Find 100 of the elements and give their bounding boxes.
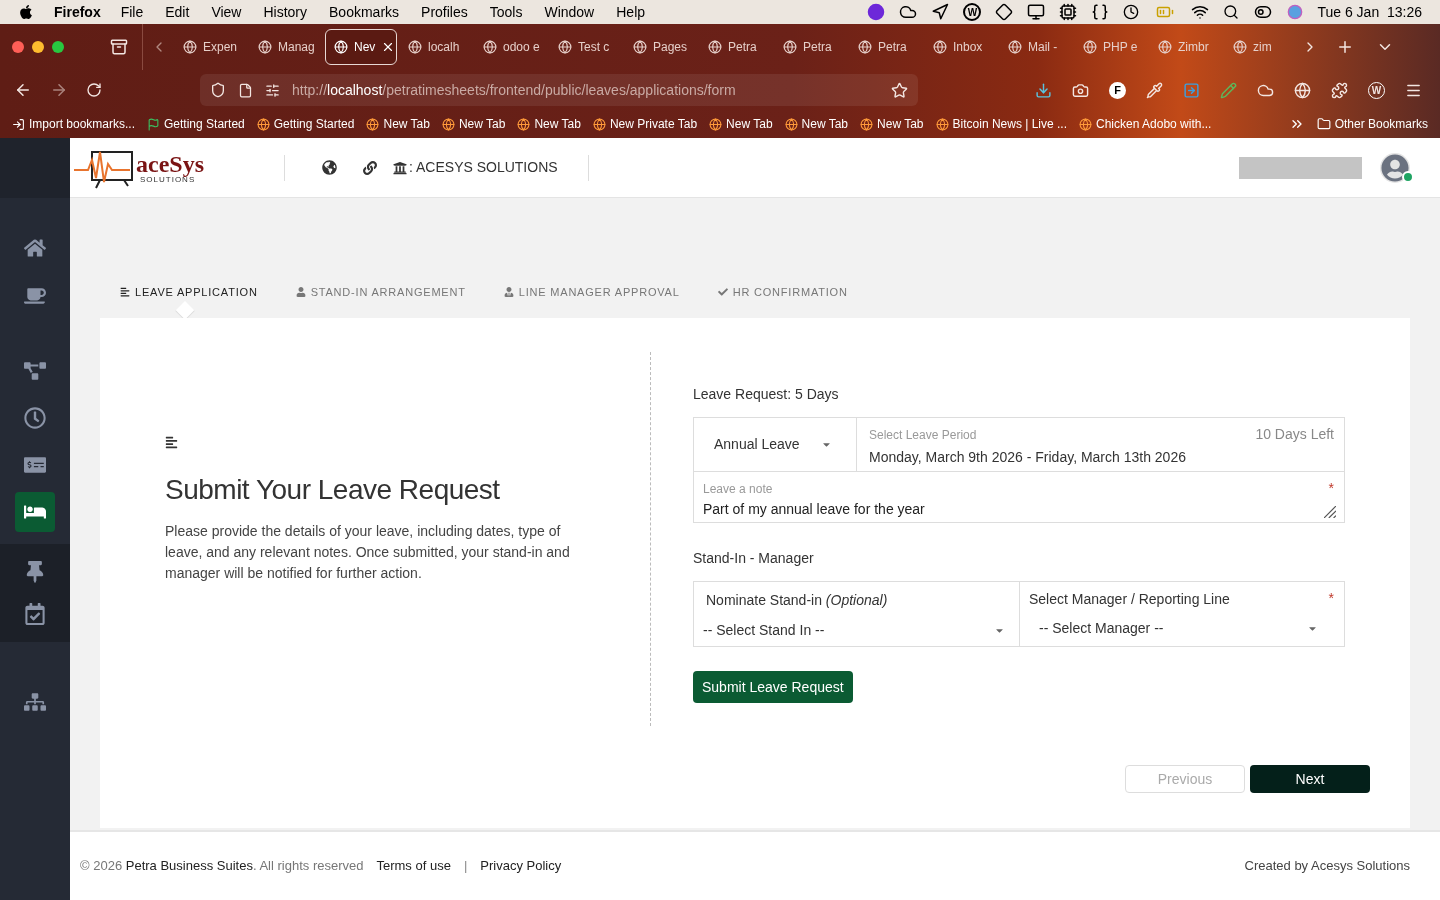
menu-item[interactable]: Help	[616, 1, 646, 23]
globe-icon[interactable]	[1294, 81, 1311, 99]
other-bookmarks[interactable]: Other Bookmarks	[1316, 115, 1428, 133]
tab-title: Petra	[803, 39, 832, 56]
browser-tab[interactable]: Expen	[175, 29, 247, 65]
terms-link[interactable]: Terms of use	[376, 856, 451, 876]
bank-icon	[393, 160, 407, 175]
control-center-icon[interactable]	[1253, 3, 1274, 21]
assistant-icon[interactable]	[1287, 4, 1304, 20]
navigation-icon[interactable]	[931, 3, 950, 21]
maximize-window-button[interactable]	[52, 41, 64, 53]
tab-title: Pages	[653, 39, 688, 56]
menu-item[interactable]: History	[263, 1, 308, 23]
browser-tab[interactable]: Test c	[550, 29, 622, 65]
bookmark-label: New Tab	[534, 116, 581, 133]
close-window-button[interactable]	[12, 41, 24, 53]
menu-item[interactable]: File	[120, 1, 144, 23]
reload-icon[interactable]	[86, 82, 102, 98]
browser-tab[interactable]: Petra	[775, 29, 847, 65]
cloud-icon[interactable]	[899, 3, 918, 21]
browser-tab[interactable]: Pages	[625, 29, 697, 65]
browser-tab[interactable]: PHP e	[1075, 29, 1147, 65]
next-button[interactable]: Next	[1250, 765, 1370, 793]
apple-icon[interactable]	[18, 4, 34, 20]
browser-tab[interactable]: localh	[400, 29, 472, 65]
pipette-icon[interactable]	[1146, 81, 1163, 99]
step-tab[interactable]: HR CONFIRMATION	[717, 284, 848, 301]
leave-type-dropdown[interactable]: Annual Leave	[694, 418, 857, 471]
app-menu[interactable]: Firefox	[54, 1, 101, 23]
bookmark-label: Bitcoin News | Live ...	[952, 116, 1068, 133]
bookmark-item[interactable]: New Tab	[784, 115, 849, 133]
diamond-icon[interactable]	[995, 3, 1014, 21]
menu-item[interactable]: Bookmarks	[329, 1, 400, 23]
wifi-icon[interactable]	[1191, 3, 1210, 21]
extension-badge[interactable]: F	[1109, 81, 1126, 99]
folder-icon	[1316, 117, 1331, 131]
privacy-link[interactable]: Privacy Policy	[480, 856, 562, 876]
globe-icon[interactable]	[322, 160, 337, 175]
browser-tab[interactable]: Petra	[700, 29, 772, 65]
tab-list-icon[interactable]	[110, 38, 128, 56]
browser-tab[interactable]: zim	[1225, 29, 1297, 65]
address-bar[interactable]: http://localhost/petratimesheets/frontend/public/leaves/applications/form	[200, 74, 918, 106]
bookmark-item[interactable]: Bitcoin News | Live ...	[935, 115, 1068, 133]
browser-tab[interactable]: Manag	[250, 29, 322, 65]
bookmark-item[interactable]: New Tab	[860, 115, 924, 133]
menu-item[interactable]: Profiles	[421, 1, 468, 23]
submit-button[interactable]: Submit Leave Request	[693, 671, 853, 703]
bookmark-item[interactable]: Chicken Adobo with...	[1079, 115, 1212, 133]
menu-item[interactable]: View	[211, 1, 242, 23]
bookmark-label: Getting Started	[164, 116, 245, 133]
bookmark-item[interactable]: Import bookmarks...	[12, 115, 136, 133]
note-field[interactable]: Part of my annual leave for the year	[703, 499, 1303, 521]
sidebar-item[interactable]	[15, 492, 55, 532]
intro-paragraph: Please provide the details of your leave, including dates, type of leave, and any relevant notes. Once submitted, your stand-in and manager will be notified for further action.	[165, 522, 571, 583]
circle-status-icon[interactable]	[867, 3, 886, 21]
clock-icon[interactable]	[1123, 4, 1140, 20]
bookmark-item[interactable]: New Tab	[517, 115, 581, 133]
back-icon[interactable]	[14, 81, 32, 99]
browser-tab[interactable]: odoo e	[475, 29, 547, 65]
minimize-window-button[interactable]	[32, 41, 44, 53]
menu-item[interactable]: Tools	[489, 1, 523, 23]
monitor-icon[interactable]	[1027, 3, 1046, 21]
browser-tab[interactable]: Nev	[325, 29, 397, 65]
camera-icon[interactable]	[1072, 81, 1089, 99]
bookmark-item[interactable]: New Tab	[441, 115, 506, 133]
text-align-icon	[165, 436, 178, 449]
globe-icon	[783, 40, 797, 54]
manager-dropdown[interactable]: Select Manager / Reporting Line * -- Select Manager --	[1020, 582, 1344, 646]
stand-in-dropdown[interactable]: Nominate Stand-in (Optional) -- Select Stand In --	[694, 582, 1020, 646]
user-silhouette-icon	[1381, 153, 1409, 182]
bookmark-item[interactable]: New Tab	[366, 115, 430, 133]
globe-icon	[708, 40, 722, 54]
menu-item[interactable]: Edit	[165, 1, 190, 23]
globe-icon	[858, 40, 872, 54]
extensions-icon[interactable]	[1331, 81, 1348, 99]
bookmark-item[interactable]: New Tab	[709, 115, 773, 133]
link-icon[interactable]	[363, 160, 377, 175]
braces-icon[interactable]	[1091, 3, 1110, 21]
section-heading: Stand-In - Manager	[693, 549, 815, 568]
letter-badge[interactable]: W	[963, 3, 982, 21]
user-avatar[interactable]	[1380, 152, 1410, 183]
search-icon[interactable]	[1223, 4, 1240, 20]
step-tab[interactable]: LINE MANAGER APPROVAL	[503, 284, 680, 301]
leave-period-field[interactable]: Select Leave Period Monday, March 9th 2026 - Friday, March 13th 2026 10 Days Left	[857, 418, 1344, 471]
bookmark-star-icon[interactable]	[891, 81, 908, 99]
new-tab-icon[interactable]	[1336, 38, 1354, 56]
flag-icon	[147, 117, 161, 131]
bookmark-item[interactable]: Getting Started	[147, 115, 245, 133]
bookmark-item[interactable]: New Private Tab	[592, 115, 698, 133]
tab-title: Nev	[354, 39, 376, 56]
browser-tab[interactable]: Mail -	[1000, 29, 1072, 65]
browser-tab[interactable]: Petra	[850, 29, 922, 65]
company-logo[interactable]: aceSys SOLUTIONS	[74, 142, 216, 193]
chip-icon[interactable]	[1059, 3, 1078, 21]
bookmark-item[interactable]: Getting Started	[256, 115, 355, 133]
bookmark-label: New Tab	[801, 116, 849, 133]
browser-tab[interactable]: Inbox	[925, 29, 997, 65]
step-tab[interactable]: STAND-IN ARRANGEMENT	[295, 284, 466, 301]
download-icon[interactable]	[1035, 81, 1052, 99]
menu-item[interactable]: Window	[544, 1, 595, 23]
